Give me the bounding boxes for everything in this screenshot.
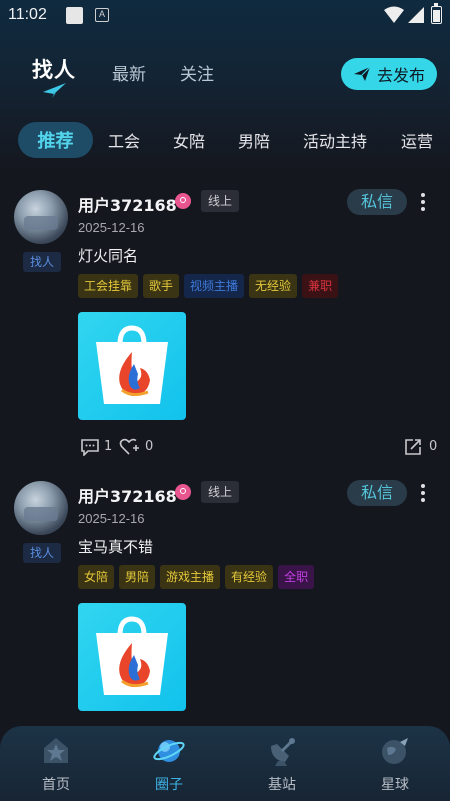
nav-planet[interactable]: 星球 [365, 734, 425, 794]
avatar-tag: 找人 [23, 543, 61, 563]
female-icon [175, 484, 191, 500]
post-tag: 女陪 [78, 565, 115, 589]
planet-icon [153, 740, 185, 762]
post-tag: 无经验 [249, 274, 298, 298]
nav-base-station-label: 基站 [268, 777, 296, 793]
post-tag: 兼职 [302, 274, 339, 298]
plane-logo-icon [43, 83, 66, 98]
bottom-navigation: 首页 圈子 基站 星球 [0, 726, 450, 801]
like-count: 0 [145, 439, 154, 454]
nav-home[interactable]: 首页 [26, 734, 86, 794]
shopping-bag-logo-icon [96, 325, 168, 404]
more-options-icon[interactable] [418, 484, 428, 504]
share-icon[interactable] [404, 438, 422, 456]
category-tab-recommended[interactable]: 推荐 [18, 122, 93, 158]
avatar[interactable] [14, 481, 68, 535]
post-text: 灯火同名 [78, 247, 139, 265]
post-tag: 全职 [278, 565, 315, 589]
tab-latest[interactable]: 最新 [112, 60, 146, 85]
post-date: 2025-12-16 [78, 511, 145, 526]
category-tabs: 推荐 工会 女陪 男陪 活动主持 运营 [0, 120, 450, 162]
post-tags: 女陪 男陪 游戏主播 有经验 全职 [78, 565, 315, 589]
wifi-icon [384, 6, 404, 23]
send-icon [353, 66, 371, 81]
category-tab-operations[interactable]: 运营 [401, 128, 433, 152]
female-icon [175, 193, 191, 209]
nav-base-station[interactable]: 基站 [252, 734, 312, 794]
avatar[interactable] [14, 190, 68, 244]
category-tab-female-companion[interactable]: 女陪 [173, 128, 205, 152]
share-count: 0 [429, 439, 438, 454]
post-tag: 男陪 [119, 565, 156, 589]
post-image[interactable] [78, 312, 186, 420]
post-text: 宝马真不错 [78, 538, 154, 556]
nav-circle[interactable]: 圈子 [139, 734, 199, 794]
battery-icon [431, 3, 442, 24]
username[interactable]: 用户372168 [78, 192, 177, 216]
status-time: 11:02 [8, 6, 47, 23]
like-icon[interactable] [119, 438, 141, 456]
signal-icon [408, 7, 424, 23]
app-notification-icon: A [95, 8, 109, 22]
post-actions: 1 0 0 [78, 438, 450, 458]
nav-circle-label: 圈子 [155, 777, 183, 793]
private-message-button[interactable]: 私信 [347, 480, 407, 506]
satellite-icon [271, 738, 295, 766]
shopping-bag-logo-icon [96, 616, 168, 695]
notification-icon [66, 7, 83, 24]
category-tab-union[interactable]: 工会 [108, 128, 140, 152]
post-tag: 有经验 [225, 565, 274, 589]
more-options-icon[interactable] [418, 193, 428, 213]
post-tag: 工会挂靠 [78, 274, 139, 298]
category-tab-male-companion[interactable]: 男陪 [238, 128, 270, 152]
post-date: 2025-12-16 [78, 220, 145, 235]
publish-button[interactable]: 去发布 [341, 58, 437, 90]
publish-label: 去发布 [376, 66, 425, 85]
post-tag: 歌手 [143, 274, 180, 298]
globe-icon [382, 738, 408, 764]
avatar-tag: 找人 [23, 252, 61, 272]
post-image[interactable] [78, 603, 186, 711]
category-tab-event-host[interactable]: 活动主持 [303, 128, 367, 152]
online-status-badge: 线上 [201, 481, 239, 503]
nav-planet-label: 星球 [381, 777, 409, 793]
nav-home-label: 首页 [42, 777, 70, 793]
private-message-button[interactable]: 私信 [347, 189, 407, 215]
post-tag: 游戏主播 [160, 565, 221, 589]
post-tag: 视频主播 [184, 274, 245, 298]
tab-follow[interactable]: 关注 [180, 60, 214, 85]
status-bar: 11:02 A [0, 0, 450, 32]
online-status-badge: 线上 [201, 190, 239, 212]
comment-count: 1 [104, 439, 113, 454]
post-tags: 工会挂靠 歌手 视频主播 无经验 兼职 [78, 274, 339, 298]
username[interactable]: 用户372168 [78, 483, 177, 507]
home-icon [44, 738, 68, 763]
comment-icon[interactable] [80, 438, 100, 456]
app-logo[interactable]: 找人 [30, 50, 80, 102]
